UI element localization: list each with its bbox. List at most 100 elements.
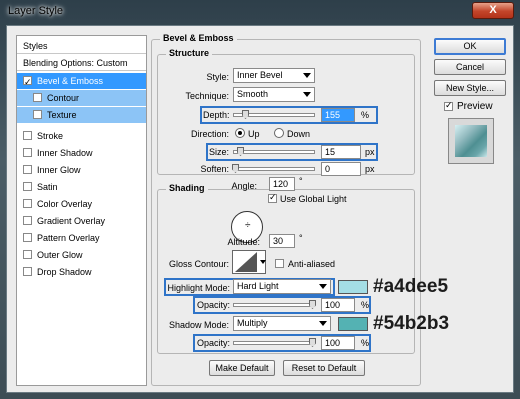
shadow-opacity-slider[interactable] xyxy=(233,338,316,347)
altitude-label: Altitude: xyxy=(227,237,260,247)
soften-unit: px xyxy=(365,164,375,174)
close-button[interactable]: X xyxy=(472,2,514,19)
pattern-overlay-checkbox[interactable] xyxy=(23,233,32,242)
sidebar-item-label: Gradient Overlay xyxy=(37,216,106,226)
sidebar-styles-header[interactable]: Styles xyxy=(17,38,146,54)
shadow-mode-label: Shadow Mode: xyxy=(168,320,229,330)
preview-label: Preview xyxy=(457,101,493,112)
sidebar-item-drop-shadow[interactable]: Drop Shadow xyxy=(17,264,146,280)
reset-to-default-button[interactable]: Reset to Default xyxy=(283,360,365,376)
preview-checkbox[interactable] xyxy=(444,100,453,111)
direction-up-radio[interactable] xyxy=(235,128,245,138)
drop-shadow-checkbox[interactable] xyxy=(23,267,32,276)
inner-shadow-checkbox[interactable] xyxy=(23,148,32,157)
style-label: Style: xyxy=(206,72,229,82)
size-slider[interactable] xyxy=(233,147,315,156)
shadow-hex-annotation: #54b2b3 xyxy=(373,313,450,334)
altitude-unit: ° xyxy=(299,233,303,243)
title-bar: Layer Style X xyxy=(0,0,520,24)
depth-slider[interactable] xyxy=(233,110,315,119)
bevel-emboss-checkbox[interactable] xyxy=(23,74,32,90)
sidebar-item-label: Outer Glow xyxy=(37,250,83,260)
sidebar-item-stroke[interactable]: Stroke xyxy=(17,128,146,144)
shadow-opacity-label: Opacity: xyxy=(197,338,231,348)
chevron-down-icon xyxy=(319,284,327,289)
anti-aliased-label: Anti-aliased xyxy=(288,259,336,269)
angle-label: Angle: xyxy=(231,181,257,191)
sidebar-item-label: Contour xyxy=(47,93,80,103)
sidebar-item-label: Satin xyxy=(37,182,58,192)
highlight-opacity-field[interactable]: 100 xyxy=(321,298,355,312)
structure-title: Structure xyxy=(166,48,213,58)
sidebar-item-contour[interactable]: Contour xyxy=(17,90,146,106)
angle-crosshair-icon: ÷ xyxy=(245,220,251,231)
direction-down-label: Down xyxy=(287,129,311,139)
depth-unit: % xyxy=(361,110,370,120)
styles-sidebar: Styles Blending Options: Custom Bevel & … xyxy=(16,35,147,386)
technique-label: Technique: xyxy=(185,91,229,101)
new-style-button[interactable]: New Style... xyxy=(434,80,506,96)
sidebar-item-label: Drop Shadow xyxy=(37,267,92,277)
highlight-color-swatch[interactable] xyxy=(338,280,368,294)
shading-title: Shading xyxy=(166,183,208,193)
layer-style-window: Layer Style X Styles Blending Options: C… xyxy=(0,0,520,399)
sidebar-item-label: Inner Shadow xyxy=(37,148,93,158)
sidebar-item-color-overlay[interactable]: Color Overlay xyxy=(17,196,146,212)
depth-field[interactable]: 155 xyxy=(321,108,355,122)
highlight-mode-label: Highlight Mode: xyxy=(167,283,230,293)
chevron-down-icon xyxy=(260,260,266,264)
use-global-light-checkbox[interactable] xyxy=(268,192,277,203)
make-default-button[interactable]: Make Default xyxy=(209,360,275,376)
chevron-down-icon xyxy=(303,92,311,97)
style-value: Inner Bevel xyxy=(237,70,283,80)
contour-preview-icon xyxy=(235,252,257,272)
soften-slider[interactable] xyxy=(232,164,315,173)
outer-glow-checkbox[interactable] xyxy=(23,250,32,259)
sidebar-blending-options[interactable]: Blending Options: Custom xyxy=(17,55,146,71)
soften-field[interactable]: 0 xyxy=(321,162,361,176)
gradient-overlay-checkbox[interactable] xyxy=(23,216,32,225)
shadow-opacity-field[interactable]: 100 xyxy=(321,336,355,350)
sidebar-item-inner-shadow[interactable]: Inner Shadow xyxy=(17,145,146,161)
highlight-mode-dropdown[interactable]: Hard Light xyxy=(233,279,331,294)
shadow-mode-dropdown[interactable]: Multiply xyxy=(233,316,331,331)
gloss-contour-picker[interactable] xyxy=(232,250,266,274)
cancel-button[interactable]: Cancel xyxy=(434,59,506,75)
size-field[interactable]: 15 xyxy=(321,145,361,159)
highlight-opacity-label: Opacity: xyxy=(197,300,231,310)
style-dropdown[interactable]: Inner Bevel xyxy=(233,68,315,83)
shadow-color-swatch[interactable] xyxy=(338,317,368,331)
bevel-emboss-title: Bevel & Emboss xyxy=(160,33,237,43)
technique-value: Smooth xyxy=(237,89,269,99)
sidebar-item-gradient-overlay[interactable]: Gradient Overlay xyxy=(17,213,146,229)
preview-swatch xyxy=(455,125,487,157)
texture-checkbox[interactable] xyxy=(33,110,42,119)
altitude-field[interactable]: 30 xyxy=(269,234,295,248)
technique-dropdown[interactable]: Smooth xyxy=(233,87,315,102)
sidebar-item-texture[interactable]: Texture xyxy=(17,107,146,123)
anti-aliased-checkbox[interactable] xyxy=(275,259,284,268)
stroke-checkbox[interactable] xyxy=(23,131,32,140)
sidebar-item-bevel-emboss[interactable]: Bevel & Emboss xyxy=(17,73,146,90)
sidebar-item-outer-glow[interactable]: Outer Glow xyxy=(17,247,146,263)
inner-glow-checkbox[interactable] xyxy=(23,165,32,174)
highlight-mode-value: Hard Light xyxy=(237,281,279,291)
preview-thumbnail xyxy=(448,118,494,164)
highlight-hex-annotation: #a4dee5 xyxy=(373,276,449,297)
sidebar-item-satin[interactable]: Satin xyxy=(17,179,146,195)
sidebar-item-pattern-overlay[interactable]: Pattern Overlay xyxy=(17,230,146,246)
satin-checkbox[interactable] xyxy=(23,182,32,191)
direction-down-radio[interactable] xyxy=(274,128,284,138)
gloss-contour-label: Gloss Contour: xyxy=(168,259,229,269)
direction-up-label: Up xyxy=(248,129,260,139)
angle-unit: ° xyxy=(299,176,303,186)
angle-field[interactable]: 120 xyxy=(269,177,295,191)
sidebar-item-inner-glow[interactable]: Inner Glow xyxy=(17,162,146,178)
sidebar-item-label: Texture xyxy=(47,110,77,120)
contour-checkbox[interactable] xyxy=(33,93,42,102)
soften-label: Soften: xyxy=(200,164,229,174)
color-overlay-checkbox[interactable] xyxy=(23,199,32,208)
shadow-mode-value: Multiply xyxy=(237,318,268,328)
highlight-opacity-slider[interactable] xyxy=(233,300,316,309)
ok-button[interactable]: OK xyxy=(434,38,506,55)
